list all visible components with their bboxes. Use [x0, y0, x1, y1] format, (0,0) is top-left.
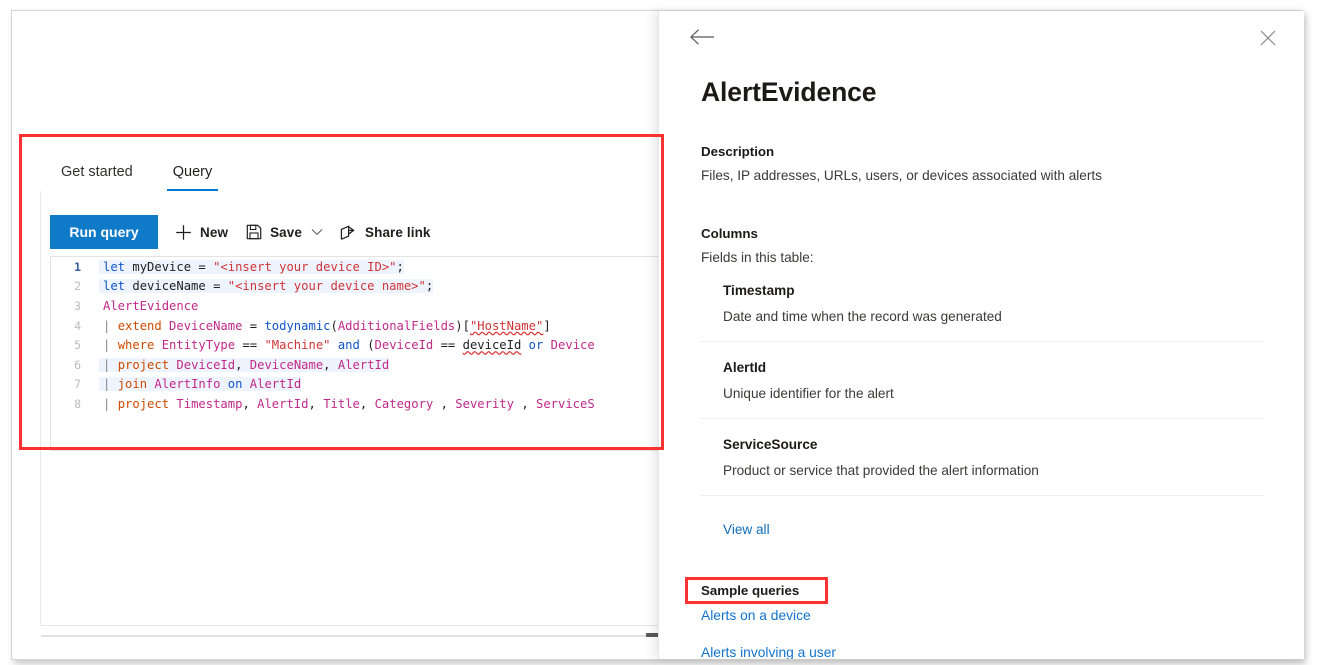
- new-query-label: New: [200, 224, 229, 240]
- save-disk-icon: [244, 223, 263, 242]
- code-line-text: let myDevice = "<insert your device ID>"…: [99, 259, 404, 274]
- column-name: AlertId: [723, 360, 767, 376]
- sample-query-alerts-involving-a-user[interactable]: Alerts involving a user: [701, 639, 1264, 659]
- code-line-text: | extend DeviceName = todynamic(Addition…: [103, 318, 551, 333]
- flyout-body: AlertEvidence Description Files, IP addr…: [659, 77, 1304, 659]
- description-heading: Description: [701, 144, 775, 159]
- flyout-top-bar: [659, 11, 1304, 55]
- columns-list: Timestamp Date and time when the record …: [701, 283, 1264, 497]
- sample-queries-heading: Sample queries: [701, 583, 800, 599]
- save-query-button[interactable]: Save: [244, 216, 323, 248]
- line-number: 4: [74, 318, 81, 333]
- advanced-hunting-pane: Get started Query Run query New Save Sha…: [12, 11, 659, 659]
- column-name: Timestamp: [723, 283, 795, 299]
- code-line: 8 | project Timestamp, AlertId, Title, C…: [51, 394, 659, 414]
- table-schema-flyout: AlertEvidence Description Files, IP addr…: [658, 11, 1304, 659]
- description-text: Files, IP addresses, URLs, users, or dev…: [701, 168, 1102, 183]
- column-description: Product or service that provided the ale…: [723, 463, 1039, 479]
- list-item: Timestamp Date and time when the record …: [701, 283, 1264, 343]
- kql-query-editor[interactable]: 1 let myDevice = "<insert your device ID…: [50, 256, 659, 451]
- code-line-text: let deviceName = "<insert your device na…: [99, 279, 434, 294]
- code-line-text: | project Timestamp, AlertId, Title, Cat…: [103, 396, 595, 411]
- code-line: 5 | where EntityType == "Machine" and (D…: [51, 335, 659, 355]
- column-name: ServiceSource: [723, 437, 818, 453]
- app-window: Get started Query Run query New Save Sha…: [11, 10, 1304, 660]
- view-all-link[interactable]: View all: [723, 522, 770, 537]
- share-link-label: Share link: [365, 224, 431, 240]
- column-description: Date and time when the record was genera…: [723, 309, 1002, 325]
- line-number: 2: [74, 279, 81, 294]
- screenshot-root: Get started Query Run query New Save Sha…: [0, 0, 1321, 665]
- tab-get-started[interactable]: Get started: [53, 164, 141, 191]
- column-description: Unique identifier for the alert: [723, 386, 894, 402]
- code-line-text: | project DeviceId, DeviceName, AlertId: [99, 357, 390, 372]
- columns-subtext: Fields in this table:: [701, 249, 814, 265]
- chevron-down-icon[interactable]: [311, 228, 323, 236]
- line-number: 7: [74, 377, 81, 392]
- back-arrow-icon[interactable]: [689, 25, 717, 49]
- line-number: 3: [74, 298, 81, 313]
- page-title: AlertEvidence: [701, 77, 877, 107]
- share-icon: [339, 223, 358, 242]
- list-item: ServiceSource Product or service that pr…: [701, 437, 1264, 497]
- code-line-text: | where EntityType == "Machine" and (Dev…: [103, 338, 595, 353]
- code-line: 2 let deviceName = "<insert your device …: [51, 277, 659, 297]
- code-line: 7 | join AlertInfo on AlertId: [51, 375, 659, 395]
- code-line: 1 let myDevice = "<insert your device ID…: [51, 257, 659, 277]
- tab-query[interactable]: Query: [165, 164, 221, 191]
- save-query-label: Save: [270, 224, 302, 240]
- close-icon[interactable]: [1257, 27, 1279, 49]
- plus-icon: [174, 223, 193, 242]
- share-link-button[interactable]: Share link: [339, 216, 431, 248]
- code-line: 4 | extend DeviceName = todynamic(Additi…: [51, 316, 659, 336]
- results-pane-divider[interactable]: [41, 635, 659, 637]
- new-query-button[interactable]: New: [174, 216, 228, 248]
- code-line-text: | join AlertInfo on AlertId: [99, 377, 302, 392]
- line-number: 8: [74, 396, 81, 411]
- list-item: AlertId Unique identifier for the alert: [701, 360, 1264, 420]
- tab-bar: Get started Query: [40, 143, 659, 191]
- sample-query-alerts-on-a-device[interactable]: Alerts on a device: [701, 602, 1264, 629]
- code-line-text: AlertEvidence: [103, 298, 199, 313]
- line-number: 5: [74, 338, 81, 353]
- line-number: 1: [74, 259, 81, 274]
- query-command-bar: Run query New Save Share link: [50, 215, 431, 249]
- code-line: 3 AlertEvidence: [51, 296, 659, 316]
- code-line: 6 | project DeviceId, DeviceName, AlertI…: [51, 355, 659, 375]
- columns-heading: Columns: [701, 225, 758, 241]
- run-query-button[interactable]: Run query: [50, 215, 158, 249]
- line-number: 6: [74, 357, 81, 372]
